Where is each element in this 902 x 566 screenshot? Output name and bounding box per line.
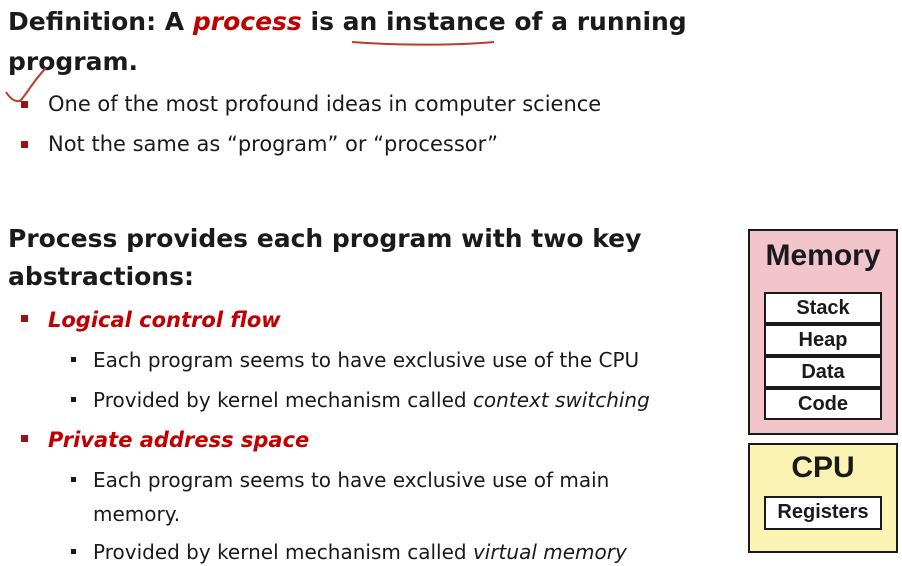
control-flow-sub-2: Provided by kernel mechanism called cont…: [93, 388, 650, 412]
underline-mark: [351, 41, 495, 46]
address-space-sub-1-line1: Each program seems to have exclusive use…: [93, 468, 610, 492]
def-bullet-1: One of the most profound ideas in comput…: [48, 92, 602, 116]
address-space-sub-1-line2: memory.: [93, 502, 181, 526]
memory-cell-code: Code: [764, 388, 882, 420]
bullet-square-icon: [21, 141, 28, 148]
cpu-box: CPU Registers: [748, 443, 898, 553]
memory-cell-stack: Stack: [764, 292, 882, 324]
address-space-sub-2: Provided by kernel mechanism called virt…: [93, 540, 627, 564]
sub-bullet-icon: [71, 397, 76, 402]
memory-title: Memory: [765, 239, 881, 272]
bullet-square-icon: [21, 315, 28, 322]
memory-box: Memory Stack Heap Data Code: [748, 229, 898, 435]
memory-cell-data: Data: [764, 356, 882, 388]
abstraction-title-control-flow: Logical control flow: [48, 308, 281, 332]
abstractions-heading-line2: abstractions:: [8, 262, 194, 291]
context-switching-term: context switching: [472, 388, 650, 412]
abstraction-title-address-space: Private address space: [48, 428, 310, 452]
virtual-memory-term: virtual memory: [472, 540, 627, 564]
sub-bullet-icon: [71, 477, 76, 482]
control-flow-sub-1: Each program seems to have exclusive use…: [93, 348, 640, 372]
definition-suffix: of a running: [505, 7, 687, 36]
cpu-cell-registers: Registers: [764, 496, 882, 530]
checkmark-icon: [5, 67, 47, 103]
memory-cell-heap: Heap: [764, 324, 882, 356]
bullet-square-icon: [21, 101, 28, 108]
sub-bullet-icon: [71, 549, 76, 554]
def-bullet-2: Not the same as “program” or “processor”: [48, 132, 499, 156]
cpu-title: CPU: [791, 451, 855, 484]
sub-bullet-icon: [71, 357, 76, 362]
bullet-square-icon: [21, 435, 28, 442]
abstractions-heading-line1: Process provides each program with two k…: [8, 224, 642, 253]
